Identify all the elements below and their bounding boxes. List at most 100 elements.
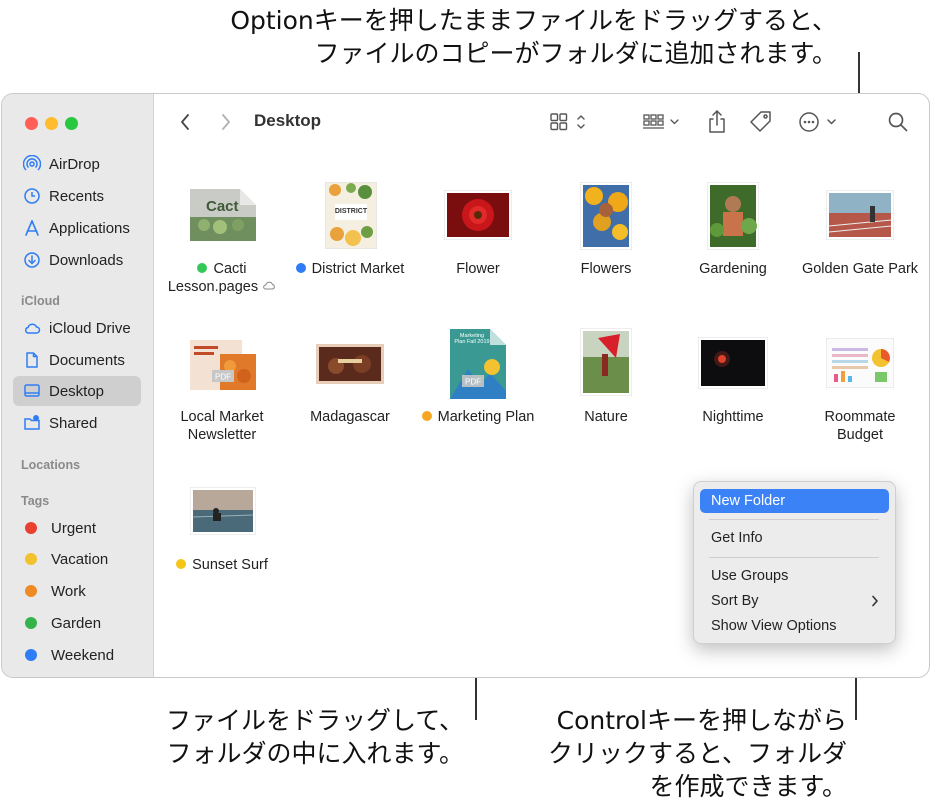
more-options-icon (799, 112, 836, 132)
file-label: Nature (542, 408, 670, 426)
tag-color-dot (176, 559, 187, 569)
window-title: Desktop (254, 111, 322, 130)
sidebar-tag-urgent[interactable]: Urgent (13, 513, 141, 543)
callout-line: を作成できます。 (649, 772, 847, 801)
group-button[interactable] (640, 110, 686, 134)
file-label: Marketing Plan (414, 408, 542, 426)
sidebar-section-icloud: iCloud (21, 294, 60, 308)
file-item-cacti-lesson[interactable]: Cact Cacti Lesson.pages (158, 174, 286, 314)
sidebar-tag-weekend[interactable]: Weekend (13, 640, 141, 670)
thumbnail-text: PDF (465, 378, 481, 387)
file-item-sunset-surf[interactable]: Sunset Surf (158, 470, 286, 590)
photo-thumbnail (706, 181, 760, 251)
callout-drag-into-folder: ファイルをドラッグして、 フォルダの中に入れます。 (166, 704, 464, 770)
menu-item-new-folder[interactable]: New Folder (700, 489, 889, 513)
document-icon (21, 351, 43, 369)
context-menu: New Folder Get Info Use Groups Sort By S… (693, 481, 896, 644)
menu-item-get-info[interactable]: Get Info (700, 526, 889, 550)
sidebar-item-airdrop[interactable]: AirDrop (13, 149, 141, 179)
sidebar-tag-garden[interactable]: Garden (13, 608, 141, 638)
menu-item-sort-by[interactable]: Sort By (700, 589, 889, 613)
file-item-golden-gate-park[interactable]: Golden Gate Park (796, 174, 924, 314)
file-label: Gardening (669, 260, 797, 278)
search-button[interactable] (886, 110, 910, 134)
file-label: Nighttime (669, 408, 797, 426)
zoom-window-button[interactable] (65, 117, 78, 130)
sidebar-item-applications[interactable]: Applications (13, 213, 141, 243)
sidebar-item-documents[interactable]: Documents (13, 345, 141, 375)
download-icon (21, 251, 43, 269)
sidebar: AirDrop Recents Applications Downloads i… (2, 94, 154, 677)
thumbnail-text: Marketing Plan Fall 2019 (454, 333, 490, 345)
menu-item-use-groups[interactable]: Use Groups (700, 564, 889, 588)
file-item-flowers[interactable]: Flowers (542, 174, 670, 314)
file-name: Lesson.pages (167, 279, 259, 295)
tag-button[interactable] (748, 109, 774, 135)
file-item-marketing-plan[interactable]: Marketing Plan Fall 2019 PDF Marketing P… (414, 322, 542, 462)
sidebar-item-label: Weekend (51, 646, 115, 664)
chevron-right-icon (222, 114, 230, 130)
photo-thumbnail (579, 327, 633, 397)
pages-document-thumbnail: Cact (190, 189, 256, 241)
back-button[interactable] (174, 110, 196, 134)
photo-thumbnail (443, 189, 513, 241)
tag-color-dot (25, 617, 37, 629)
file-item-flower[interactable]: Flower (414, 174, 542, 314)
sidebar-item-label: Vacation (51, 550, 109, 568)
file-label: Flowers (542, 260, 670, 278)
sidebar-item-label: Shared (49, 414, 98, 432)
sidebar-tag-work[interactable]: Work (13, 576, 141, 606)
pdf-thumbnail: PDF (190, 340, 256, 390)
keynote-thumbnail (316, 344, 384, 384)
file-item-madagascar[interactable]: Madagascar (286, 322, 414, 462)
file-item-roommate-budget[interactable]: Roommate Budget (796, 322, 924, 462)
close-window-button[interactable] (25, 117, 38, 130)
clock-icon (21, 187, 43, 205)
sidebar-item-icloud-drive[interactable]: iCloud Drive (13, 313, 141, 343)
file-name: Gardening (699, 261, 767, 277)
view-mode-button[interactable] (547, 110, 591, 134)
file-name: Flower (456, 261, 500, 277)
action-menu-button[interactable] (796, 109, 842, 135)
file-label-line2: Newsletter (158, 426, 286, 444)
sidebar-item-recents[interactable]: Recents (13, 181, 141, 211)
menu-item-label: Use Groups (711, 568, 789, 584)
callout-option-drag: Optionキーを押したままファイルをドラッグすると、 ファイルのコピーがフォル… (230, 4, 837, 70)
tag-color-dot (197, 263, 208, 273)
menu-item-label: Sort By (711, 593, 759, 609)
sidebar-item-downloads[interactable]: Downloads (13, 245, 141, 275)
sidebar-item-label: iCloud Drive (49, 319, 131, 337)
sidebar-item-shared[interactable]: Shared (13, 408, 141, 438)
file-name: Nighttime (702, 409, 764, 425)
shared-folder-icon (21, 414, 43, 432)
callout-line: ファイルのコピーがフォルダに追加されます。 (314, 39, 837, 68)
file-item-nighttime[interactable]: Nighttime (669, 322, 797, 462)
chevron-left-icon (181, 114, 189, 130)
photo-thumbnail (579, 181, 633, 251)
cloud-icon (21, 319, 43, 337)
sidebar-item-desktop[interactable]: Desktop (13, 376, 141, 406)
sidebar-item-label: AirDrop (49, 155, 100, 173)
callout-line: Controlキーを押しながら (556, 706, 847, 735)
file-label-line2: Budget (796, 426, 924, 444)
callout-line: フォルダの中に入れます。 (166, 739, 464, 768)
file-item-district-market[interactable]: DISTRICT District Market (286, 174, 414, 314)
file-name: Budget (837, 427, 883, 443)
file-item-gardening[interactable]: Gardening (669, 174, 797, 314)
share-button[interactable] (705, 108, 729, 136)
file-label: Madagascar (286, 408, 414, 426)
forward-button[interactable] (215, 110, 237, 134)
menu-item-show-view-options[interactable]: Show View Options (700, 614, 889, 638)
sidebar-item-label: Recents (49, 187, 105, 205)
minimize-window-button[interactable] (45, 117, 58, 130)
file-item-nature[interactable]: Nature (542, 322, 670, 462)
numbers-thumbnail (825, 337, 895, 389)
file-name: Marketing Plan (437, 409, 535, 425)
file-item-local-market-newsletter[interactable]: PDF Local Market Newsletter (158, 322, 286, 462)
sidebar-tag-vacation[interactable]: Vacation (13, 544, 141, 574)
file-label-line2: Lesson.pages (158, 278, 286, 296)
group-icon (643, 114, 679, 129)
menu-separator (709, 519, 879, 520)
menu-separator (709, 557, 879, 558)
file-name: Roommate (824, 409, 896, 425)
